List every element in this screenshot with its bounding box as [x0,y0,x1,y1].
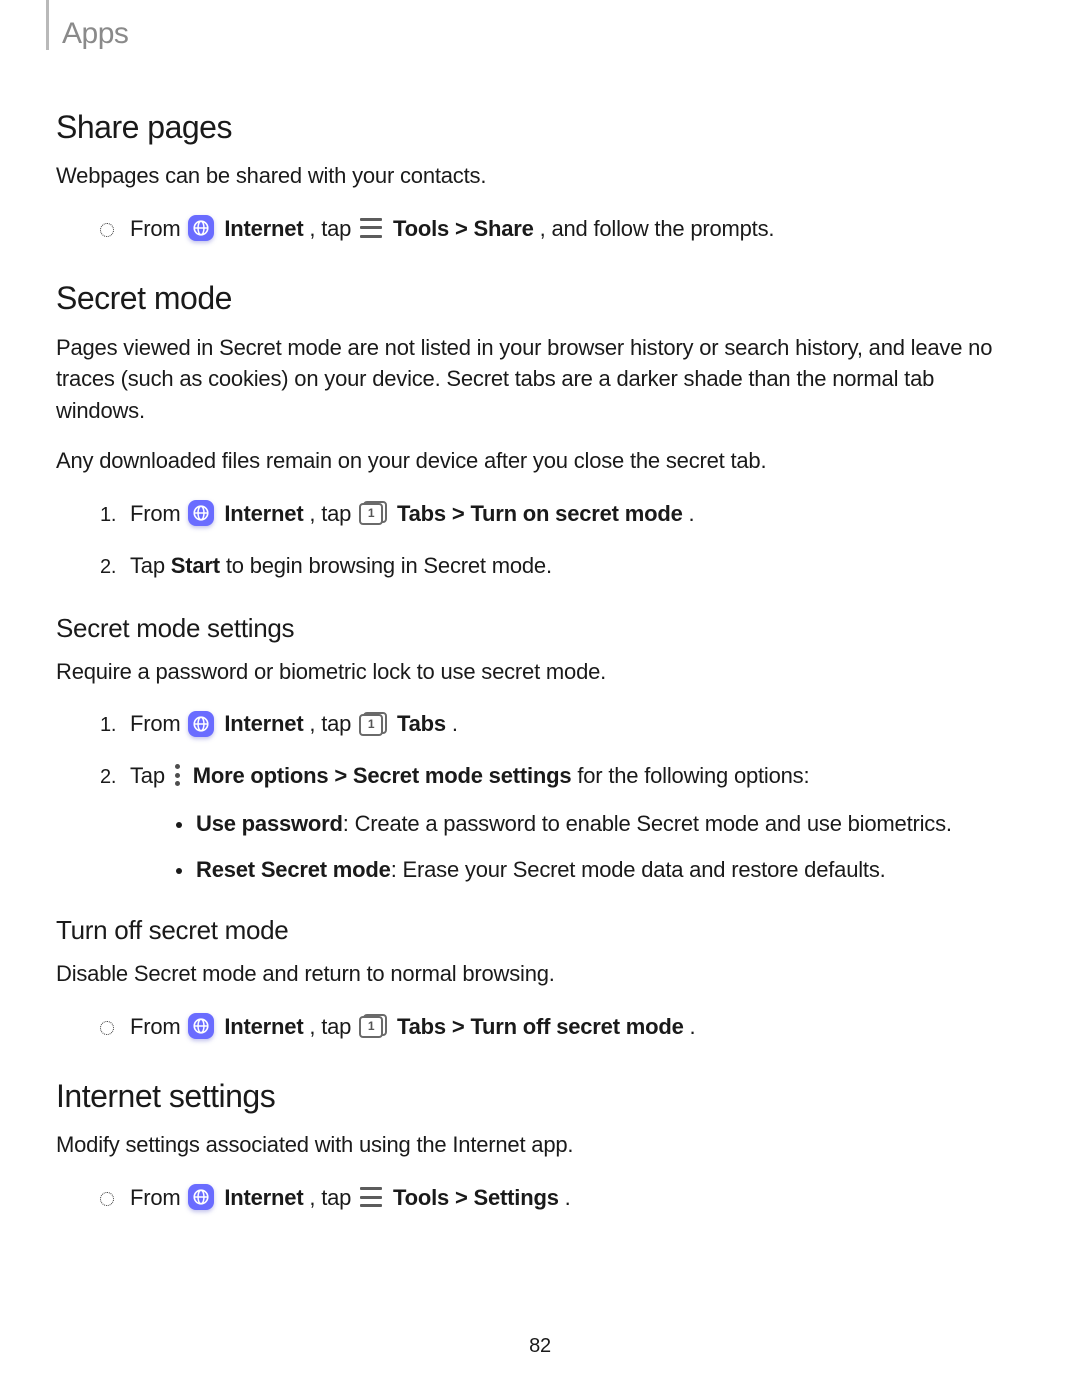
secret-mode-p1: Pages viewed in Secret mode are not list… [56,332,1024,428]
list-number: 1. [100,501,120,530]
option-desc: : Create a password to enable Secret mod… [343,811,952,836]
text: for the following options: [577,763,809,788]
document-page: Apps Share pages Webpages can be shared … [0,0,1080,1397]
more-options-icon [173,764,183,786]
text: Tap [130,553,171,578]
internet-app-icon [188,1013,214,1039]
text: . [690,1014,696,1039]
text: Tap [130,763,171,788]
text: > [334,763,353,788]
text: From [130,1014,186,1039]
text: to begin browsing in Secret mode. [226,553,552,578]
list-bullet-icon [100,1192,114,1206]
text-bold: Internet [224,1014,303,1039]
text-bold: Internet [224,501,303,526]
option-label: Use password [196,811,343,836]
page-header: Apps [56,0,1024,56]
heading-secret-mode-settings: Secret mode settings [56,610,1024,648]
list-bullet-icon [176,868,182,874]
internet-app-icon [188,500,214,526]
list-bullet-icon [100,223,114,237]
share-pages-intro: Webpages can be shared with your contact… [56,160,1024,192]
text: > [452,501,471,526]
text: > [452,1014,471,1039]
text: , tap [309,501,357,526]
secret-mode-step-2: 2. Tap Start to begin browsing in Secret… [56,547,1024,584]
text: From [130,711,186,736]
secret-mode-step-1: 1. From Internet , tap 1 Tabs > Turn on … [56,495,1024,532]
text: , tap [309,711,357,736]
sms-option-reset: Reset Secret mode: Erase your Secret mod… [56,854,1024,886]
sms-step-1: 1. From Internet , tap 1 Tabs . [56,705,1024,742]
text: From [130,501,186,526]
text-bold: Internet [224,1185,303,1210]
option-label: Reset Secret mode [196,857,391,882]
text-bold: Tabs [397,711,446,736]
sms-option-use-password: Use password: Create a password to enabl… [56,808,1024,840]
share-pages-step: From Internet , tap Tools > Share , and … [56,210,1024,247]
list-number: 2. [100,553,120,582]
list-number: 1. [100,711,120,740]
page-number: 82 [0,1332,1080,1361]
list-number: 2. [100,763,120,792]
text: From [130,216,186,241]
internet-app-icon [188,215,214,241]
tabs-icon: 1 [359,1014,387,1038]
text-bold: Turn on secret mode [470,501,682,526]
text-bold: Tabs [397,1014,446,1039]
text-bold: Share [474,216,534,241]
list-bullet-icon [100,1021,114,1035]
text: From [130,1185,186,1210]
heading-internet-settings: Internet settings [56,1073,1024,1119]
heading-secret-mode: Secret mode [56,275,1024,321]
tools-menu-icon [359,1187,383,1207]
internet-app-icon [188,711,214,737]
header-rule [46,0,49,50]
turn-off-step: From Internet , tap 1 Tabs > Turn off se… [56,1008,1024,1045]
heading-share-pages: Share pages [56,104,1024,150]
text: . [689,501,695,526]
option-desc: : Erase your Secret mode data and restor… [391,857,886,882]
turn-off-intro: Disable Secret mode and return to normal… [56,958,1024,990]
text-bold: Tools [393,216,449,241]
text-bold: Start [171,553,220,578]
text: , and follow the prompts. [540,216,775,241]
text: , tap [309,1014,357,1039]
text-bold: Secret mode settings [353,763,572,788]
text: > [455,216,474,241]
text: . [565,1185,571,1210]
text: , tap [309,1185,357,1210]
secret-mode-settings-intro: Require a password or biometric lock to … [56,656,1024,688]
breadcrumb-section: Apps [62,12,1024,56]
text-bold: More options [193,763,329,788]
tabs-icon: 1 [359,501,387,525]
text-bold: Settings [474,1185,559,1210]
sms-step-2: 2. Tap More options > Secret mode settin… [56,757,1024,794]
text: , tap [309,216,357,241]
tabs-icon: 1 [359,712,387,736]
text-bold: Tools [393,1185,449,1210]
list-bullet-icon [176,822,182,828]
text: > [455,1185,474,1210]
internet-settings-step: From Internet , tap Tools > Settings . [56,1179,1024,1216]
text-bold: Internet [224,711,303,736]
tools-menu-icon [359,218,383,238]
internet-settings-intro: Modify settings associated with using th… [56,1129,1024,1161]
text-bold: Internet [224,216,303,241]
heading-turn-off-secret: Turn off secret mode [56,912,1024,950]
internet-app-icon [188,1184,214,1210]
text-bold: Turn off secret mode [470,1014,683,1039]
secret-mode-p2: Any downloaded files remain on your devi… [56,445,1024,477]
text: . [452,711,458,736]
text-bold: Tabs [397,501,446,526]
